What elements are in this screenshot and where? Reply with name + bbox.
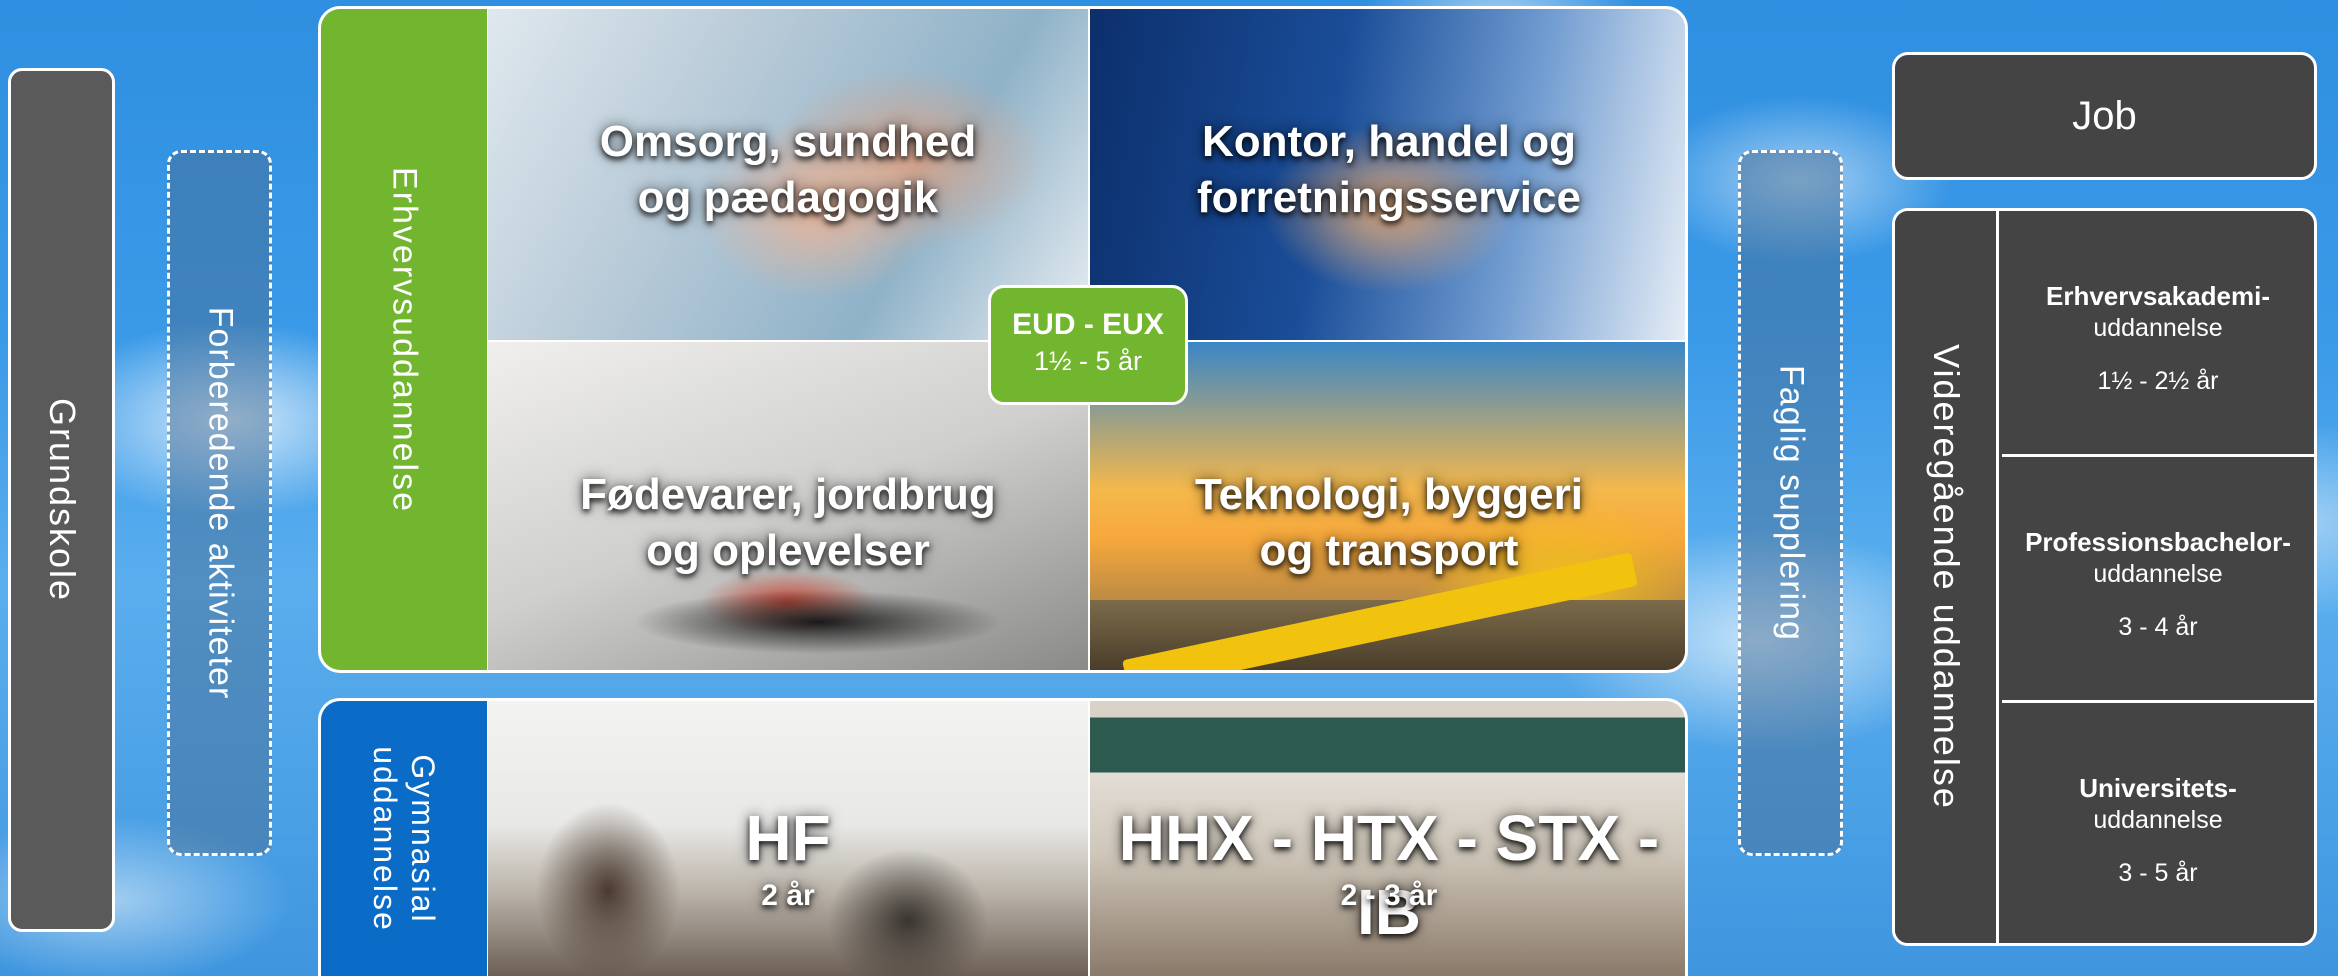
erhvervsakademi-row: Erhvervsakademi- uddannelse 1½ - 2½ år (2002, 211, 2314, 457)
erhvervsakademi-duration: 1½ - 2½ år (2097, 367, 2219, 395)
professionsbachelor-sub: uddannelse (2093, 560, 2223, 588)
universitets-sub: uddannelse (2093, 806, 2223, 834)
hf-name: HF (745, 802, 831, 874)
erhvervsuddannelse-band: Erhvervsuddannelse (321, 9, 487, 670)
erhvervsakademi-name: Erhvervsakademi- (2045, 281, 2271, 311)
job-label: Job (2072, 93, 2137, 138)
hhx-htx-stx-ib-name: HHX - HTX - STX - IB (1118, 802, 1660, 948)
eud-eux-badge: EUD - EUX 1½ - 5 år (988, 285, 1188, 405)
gymnasial-label: Gymnasial uddannelse (366, 746, 442, 931)
erhvervsuddannelse-label: Erhvervsuddannelse (385, 166, 424, 513)
tile-omsorg-line1: Omsorg, sundhed (599, 117, 977, 166)
grundskole-label: Grundskole (41, 397, 83, 603)
gymnasial-band: Gymnasial uddannelse (321, 701, 487, 976)
gymnasial-uddannelse-block: Gymnasial uddannelse HF 2 år HHX - HTX -… (318, 698, 1688, 976)
grundskole-box: Grundskole (8, 68, 115, 932)
videregaaende-uddannelse-block: Videregående uddannelse Erhvervsakademi-… (1892, 208, 2317, 946)
universitets-duration: 3 - 5 år (2118, 859, 2198, 887)
eud-eux-duration: 1½ - 5 år (1033, 346, 1143, 376)
professionsbachelor-duration: 3 - 4 år (2118, 613, 2198, 641)
videregaaende-label: Videregående uddannelse (1925, 344, 1967, 810)
job-box: Job (1892, 52, 2317, 180)
tile-hhx-htx-stx-ib: HHX - HTX - STX - IB 2 - 3 år (1090, 701, 1685, 976)
erhvervsakademi-sub: uddannelse (2093, 314, 2223, 342)
tile-omsorg-line2: og pædagogik (637, 173, 939, 222)
faglig-supplering-label: Faglig supplering (1772, 365, 1810, 641)
universitets-row: Universitets- uddannelse 3 - 5 år (2002, 703, 2314, 943)
tile-teknologi-line1: Teknologi, byggeri (1195, 470, 1583, 519)
tile-kontor-line1: Kontor, handel og (1202, 117, 1576, 166)
tile-foedevarer-line1: Fødevarer, jordbrug (580, 470, 996, 519)
hf-duration: 2 år (761, 879, 815, 912)
videregaaende-band: Videregående uddannelse (1895, 211, 1999, 943)
hhx-htx-stx-ib-duration: 2 - 3 år (1340, 879, 1438, 912)
faglig-supplering-box: Faglig supplering (1738, 150, 1843, 856)
universitets-name: Universitets- (2079, 773, 2237, 803)
forberedende-label: Forberedende aktiviteter (201, 306, 239, 700)
tile-foedevarer-line2: og oplevelser (646, 526, 930, 575)
professionsbachelor-row: Professionsbachelor- uddannelse 3 - 4 år (2002, 457, 2314, 703)
eud-eux-title: EUD - EUX (1012, 308, 1164, 341)
gymnasial-label-line2: uddannelse (367, 745, 403, 932)
tile-kontor-line2: forretningsservice (1197, 173, 1581, 222)
gymnasial-label-line1: Gymnasial (405, 753, 441, 924)
forberedende-aktiviteter-box: Forberedende aktiviteter (167, 150, 272, 856)
tile-teknologi-line2: og transport (1259, 526, 1519, 575)
professionsbachelor-name: Professionsbachelor- (2025, 527, 2291, 557)
tile-hf: HF 2 år (488, 701, 1088, 976)
